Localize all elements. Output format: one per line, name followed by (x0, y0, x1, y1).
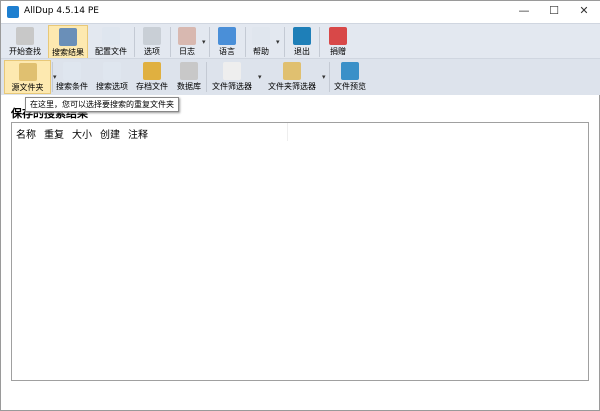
column-divider (287, 123, 288, 141)
button-label: 退出 (294, 47, 310, 56)
separator (245, 27, 246, 57)
dropdown-arrow-icon[interactable]: ▾ (276, 38, 280, 46)
button-label: 源文件夹 (11, 83, 44, 92)
button-label: 文件预览 (334, 82, 366, 91)
source-folder-icon (18, 63, 37, 81)
toolbar2-button-2[interactable]: 搜索选项 (93, 60, 131, 94)
exit-icon (293, 27, 311, 45)
toolbar2-button-1[interactable]: 搜索条件 (54, 60, 90, 94)
button-label: 搜索选项 (96, 82, 128, 91)
minimize-button[interactable]: — (509, 4, 539, 20)
toolbar1-button-0[interactable]: 开始查找 (5, 25, 45, 59)
column-header-name[interactable]: 名称 (16, 126, 36, 141)
button-label: 文件夹筛选器 (268, 82, 316, 91)
archive-icon (143, 62, 161, 80)
separator (209, 27, 210, 57)
main-toolbar: 开始查找 搜索结果 配置文件 选项 日志 语言 帮助 退出 捐赠 ▾ ▾ (1, 23, 600, 59)
separator (170, 27, 171, 57)
button-label: 帮助 (253, 47, 269, 56)
toolbar2-button-7[interactable]: 文件预览 (332, 60, 368, 94)
window-title: AllDup 4.5.14 PE (24, 6, 99, 16)
button-label: 搜索条件 (56, 82, 88, 91)
toolbar1-button-3[interactable]: 选项 (136, 25, 168, 59)
separator (206, 62, 207, 92)
button-label: 文件筛选器 (212, 82, 252, 91)
folder-filter-icon (283, 62, 301, 80)
column-header-created[interactable]: 创建 (100, 126, 120, 141)
column-header-comment[interactable]: 注释 (128, 126, 148, 141)
toolbar2-button-5[interactable]: 文件筛选器 (209, 60, 255, 94)
toolbar2-button-4[interactable]: 数据库 (174, 60, 204, 94)
button-label: 配置文件 (95, 47, 127, 56)
language-icon (218, 27, 236, 45)
separator (329, 62, 330, 92)
options-icon (143, 27, 161, 45)
title-bar: AllDup 4.5.14 PE — ☐ ✕ (1, 1, 600, 23)
button-label: 选项 (144, 47, 160, 56)
help-icon (252, 27, 270, 45)
toolbar1-button-2[interactable]: 配置文件 (91, 25, 131, 59)
toolbar1-button-5[interactable]: 语言 (213, 25, 241, 59)
button-label: 日志 (179, 47, 195, 56)
dropdown-arrow-icon[interactable]: ▾ (322, 73, 326, 81)
search-icon (16, 27, 34, 45)
maximize-button[interactable]: ☐ (539, 4, 569, 20)
column-header-duplicate[interactable]: 重复 (44, 126, 64, 141)
button-label: 捐赠 (330, 47, 346, 56)
toolbar1-button-7[interactable]: 退出 (288, 25, 316, 59)
results-icon (59, 28, 77, 46)
tooltip: 在这里，您可以选择要搜索的重复文件夹 (25, 97, 179, 112)
toolbar2-button-0[interactable]: 源文件夹 (4, 60, 51, 94)
search-criteria-icon (63, 62, 81, 80)
button-label: 存档文件 (136, 82, 168, 91)
file-preview-icon (341, 62, 359, 80)
toolbar1-button-8[interactable]: 捐赠 (323, 25, 353, 59)
profile-icon (102, 27, 120, 45)
toolbar1-button-6[interactable]: 帮助 (249, 25, 273, 59)
results-table[interactable]: 名称 重复 大小 创建 注释 (11, 122, 589, 381)
toolbar1-button-4[interactable]: 日志 (174, 25, 200, 59)
secondary-toolbar: 源文件夹 搜索条件 搜索选项 存档文件 数据库 文件筛选器 文件夹筛选器 文件预览 ▾ ▾ ▾ (1, 58, 600, 95)
toolbar2-button-6[interactable]: 文件夹筛选器 (265, 60, 319, 94)
donate-icon (329, 27, 347, 45)
log-icon (178, 27, 196, 45)
button-label: 开始查找 (9, 47, 41, 56)
database-icon (180, 62, 198, 80)
column-header-size[interactable]: 大小 (72, 126, 92, 141)
toolbar2-button-3[interactable]: 存档文件 (133, 60, 171, 94)
toolbar1-button-1[interactable]: 搜索结果 (48, 25, 88, 59)
search-options-icon (103, 62, 121, 80)
dropdown-arrow-icon[interactable]: ▾ (202, 38, 206, 46)
separator (284, 27, 285, 57)
close-button[interactable]: ✕ (569, 4, 599, 20)
separator (134, 27, 135, 57)
dropdown-arrow-icon[interactable]: ▾ (258, 73, 262, 81)
button-label: 搜索结果 (52, 48, 84, 57)
dropdown-arrow-icon[interactable]: ▾ (53, 73, 57, 81)
separator (319, 27, 320, 57)
file-filter-icon (223, 62, 241, 80)
app-icon (7, 6, 19, 18)
button-label: 数据库 (177, 82, 201, 91)
button-label: 语言 (219, 47, 235, 56)
